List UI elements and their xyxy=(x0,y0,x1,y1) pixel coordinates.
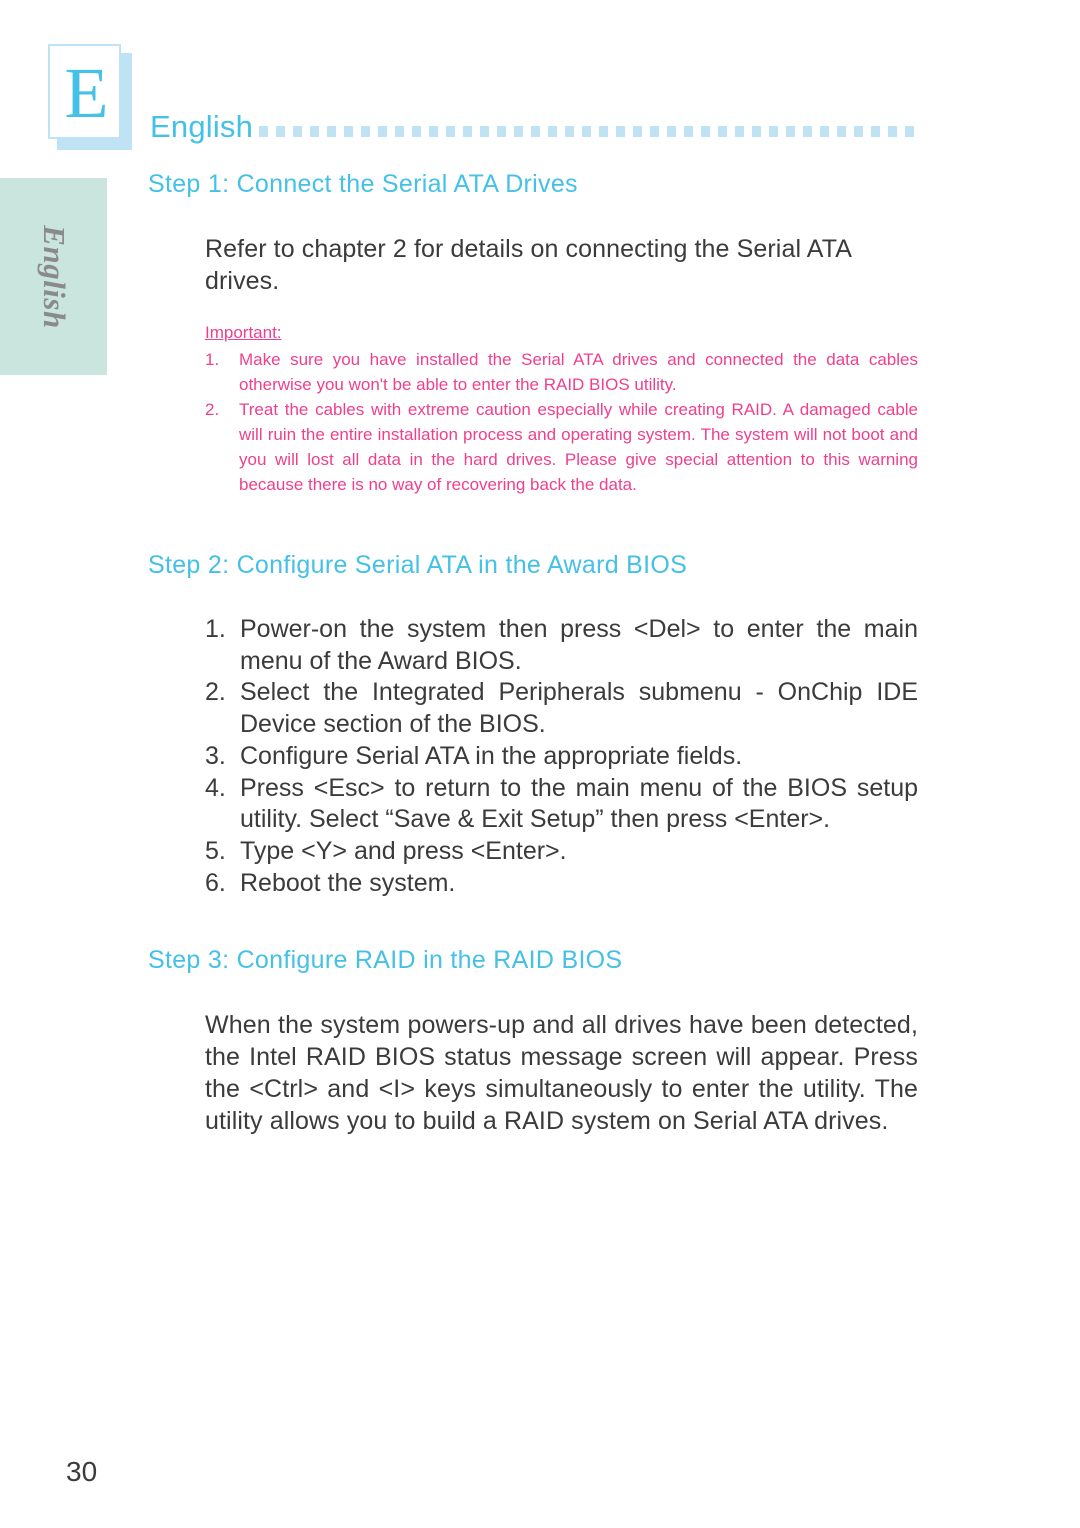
step-3-heading: Step 3: Configure RAID in the RAID BIOS xyxy=(148,945,623,974)
step-3-paragraph: When the system powers-up and all drives… xyxy=(205,1010,918,1135)
page-content: Step 1: Connect the Serial ATA Drives Re… xyxy=(148,170,918,1137)
important-note-item-text: Make sure you have installed the Serial … xyxy=(239,349,918,394)
award-bios-step-list: 1. Power-on the system then press <Del> … xyxy=(205,614,918,900)
language-side-tab: English xyxy=(0,178,107,375)
step-1-heading: Step 1: Connect the Serial ATA Drives xyxy=(148,170,578,198)
list-item-number: 6. xyxy=(205,868,226,897)
important-note-item-number: 2. xyxy=(205,399,220,419)
important-note-item-text: Treat the cables with extreme caution es… xyxy=(239,399,918,494)
step-2-heading: Step 2: Configure Serial ATA in the Awar… xyxy=(148,550,688,579)
list-item-number: 2. xyxy=(205,678,226,707)
important-note: Important: 1. Make sure you have install… xyxy=(205,321,918,498)
list-item: 6. Reboot the system. xyxy=(205,868,918,900)
running-head: English xyxy=(150,109,920,145)
important-note-item: 2. Treat the cables with extreme caution… xyxy=(205,398,918,498)
list-item: 5. Type <Y> and press <Enter>. xyxy=(205,836,918,868)
list-item: 4. Press <Esc> to return to the main men… xyxy=(205,773,918,837)
chapter-letter-logo-box: E xyxy=(48,44,121,139)
language-side-tab-label: English xyxy=(36,224,72,329)
list-item-text: Select the Integrated Peripherals submen… xyxy=(240,678,918,739)
list-item-number: 1. xyxy=(205,614,226,643)
list-item-number: 3. xyxy=(205,741,226,770)
page-number: 30 xyxy=(66,1456,98,1487)
important-note-title: Important: xyxy=(205,323,282,342)
running-head-label: English xyxy=(150,109,254,144)
list-item-number: 5. xyxy=(205,837,226,866)
list-item: 1. Power-on the system then press <Del> … xyxy=(205,614,918,678)
chapter-letter-glyph: E xyxy=(64,53,109,133)
list-item-text: Configure Serial ATA in the appropriate … xyxy=(240,741,743,770)
square-dot-rule-icon xyxy=(259,125,920,137)
important-note-item: 1. Make sure you have installed the Seri… xyxy=(205,348,918,398)
list-item-text: Press <Esc> to return to the main menu o… xyxy=(240,773,918,834)
list-item-text: Reboot the system. xyxy=(240,868,456,897)
list-item-text: Type <Y> and press <Enter>. xyxy=(240,837,567,866)
step-1-paragraph: Refer to chapter 2 for details on connec… xyxy=(205,235,851,295)
important-note-item-number: 1. xyxy=(205,349,220,369)
list-item-text: Power-on the system then press <Del> to … xyxy=(240,614,918,675)
list-item: 3. Configure Serial ATA in the appropria… xyxy=(205,741,918,773)
list-item-number: 4. xyxy=(205,773,226,802)
list-item: 2. Select the Integrated Peripherals sub… xyxy=(205,677,918,741)
chapter-letter-logo: E xyxy=(48,44,132,150)
